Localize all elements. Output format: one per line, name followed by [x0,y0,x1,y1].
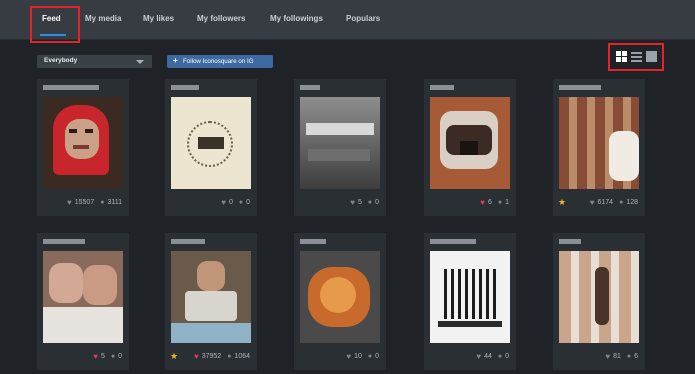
comment-icon[interactable]: ● [627,353,631,360]
comment-icon[interactable]: ● [227,353,231,360]
media-card[interactable]: ♥ 0 ● 0 [165,79,257,216]
media-photo[interactable] [559,97,639,189]
media-photo[interactable] [300,97,380,189]
card-stats: ♥ 6174 ● 128 [590,198,638,207]
comment-count: 0 [375,199,379,206]
card-stats: ♥ 5 ● 0 [350,198,379,207]
like-count: 5 [357,199,362,206]
comment-icon[interactable]: ● [239,199,243,206]
media-photo[interactable] [43,97,123,189]
comment-icon[interactable]: ● [368,353,372,360]
card-stats: ♥ 10 ● 0 [346,352,379,361]
media-card[interactable]: ♥ 5 ● 0 [294,79,386,216]
heart-icon[interactable]: ♥ [480,198,485,207]
media-photo[interactable] [430,251,510,343]
like-count: 6 [487,199,492,206]
card-username[interactable] [171,239,205,244]
plus-icon: + [173,56,178,65]
media-photo[interactable] [171,251,251,343]
card-stats: ♥ 37952 ● 1064 [194,352,250,361]
like-count: 81 [613,353,621,360]
heart-icon[interactable]: ♥ [346,352,351,361]
card-username[interactable] [430,85,454,90]
comment-icon[interactable]: ● [498,353,502,360]
card-username[interactable] [300,239,326,244]
comment-icon[interactable]: ● [498,199,502,206]
card-stats: ♥ 6 ● 1 [480,198,509,207]
tab-my-media[interactable]: My media [85,14,121,23]
media-card[interactable]: ♥ 6 ● 1 [424,79,516,216]
card-username[interactable] [171,85,199,90]
media-photo[interactable] [300,251,380,343]
media-card[interactable]: ★ ♥ 6174 ● 128 [553,79,645,216]
media-photo[interactable] [559,251,639,343]
heart-icon[interactable]: ♥ [67,198,72,207]
comment-count: 0 [246,199,250,206]
card-stats: ♥ 5 ● 0 [93,352,122,361]
comment-count: 0 [505,353,509,360]
top-navigation: Feed My media My likes My followers My f… [0,0,695,40]
heart-icon[interactable]: ♥ [194,352,199,361]
comment-count: 128 [626,199,638,206]
comment-count: 1064 [234,353,250,360]
media-card[interactable]: ♥ 81 ● 6 [553,233,645,370]
star-icon[interactable]: ★ [170,351,178,362]
comment-count: 0 [118,353,122,360]
follow-iconosquare-button[interactable]: + Follow Iconosquare on IG [167,55,273,68]
card-stats: ♥ 0 ● 0 [221,198,250,207]
like-count: 0 [228,199,233,206]
media-card[interactable]: ♥ 5 ● 0 [37,233,129,370]
comment-icon[interactable]: ● [368,199,372,206]
comment-count: 1 [505,199,509,206]
comment-icon[interactable]: ● [111,353,115,360]
card-username[interactable] [43,85,99,90]
like-count: 6174 [597,199,614,206]
comment-count: 3111 [107,199,122,206]
comment-count: 0 [375,353,379,360]
like-count: 10 [354,353,362,360]
grid-icon[interactable] [616,51,627,62]
single-view-icon[interactable] [646,51,657,62]
card-username[interactable] [300,85,320,90]
media-card[interactable]: ♥ 44 ● 0 [424,233,516,370]
media-photo[interactable] [430,97,510,189]
media-photo[interactable] [43,251,123,343]
highlight-box-feed [30,6,80,43]
like-count: 5 [100,353,105,360]
tab-my-followings[interactable]: My followings [270,14,323,23]
chevron-down-icon [136,60,144,64]
heart-icon[interactable]: ♥ [93,352,98,361]
list-icon[interactable] [631,51,642,62]
audience-filter-select[interactable]: Everybody [37,55,152,68]
card-username[interactable] [430,239,476,244]
comment-icon[interactable]: ● [619,199,623,206]
media-card[interactable]: ♥ 15507 ● 3111 [37,79,129,216]
tab-my-likes[interactable]: My likes [143,14,174,23]
view-mode-toggles [614,51,659,64]
heart-icon[interactable]: ♥ [350,198,355,207]
follow-button-label: Follow Iconosquare on IG [183,58,254,65]
card-stats: ♥ 15507 ● 3111 [67,198,122,207]
card-username[interactable] [559,85,601,90]
comment-count: 6 [634,353,638,360]
like-count: 44 [484,353,492,360]
heart-icon[interactable]: ♥ [605,352,610,361]
audience-filter-value: Everybody [44,57,78,64]
media-photo[interactable] [171,97,251,189]
card-stats: ♥ 81 ● 6 [605,352,638,361]
heart-icon[interactable]: ♥ [221,198,226,207]
media-card[interactable]: ★ ♥ 37952 ● 1064 [165,233,257,370]
star-icon[interactable]: ★ [558,197,566,208]
card-username[interactable] [559,239,581,244]
media-card[interactable]: ♥ 10 ● 0 [294,233,386,370]
tab-my-followers[interactable]: My followers [197,14,245,23]
heart-icon[interactable]: ♥ [476,352,481,361]
like-count: 15507 [74,199,95,206]
comment-icon[interactable]: ● [100,199,104,206]
card-username[interactable] [43,239,85,244]
card-stats: ♥ 44 ● 0 [476,352,509,361]
like-count: 37952 [201,353,222,360]
tab-populars[interactable]: Populars [346,14,380,23]
heart-icon[interactable]: ♥ [590,198,595,207]
